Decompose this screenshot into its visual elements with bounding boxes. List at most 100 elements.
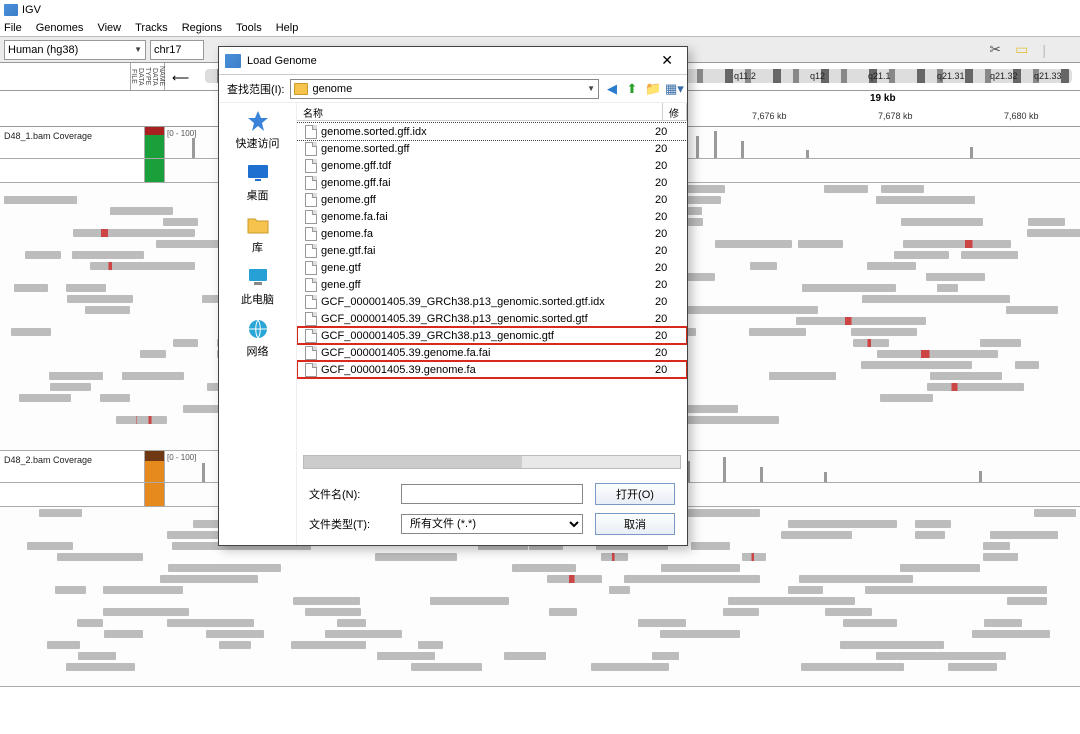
- file-row[interactable]: genome.gff.tdf20: [297, 157, 687, 174]
- track-name: D48_2.bam Coverage: [0, 451, 145, 482]
- chromosome-value: chr17: [154, 44, 182, 56]
- read: [972, 630, 1049, 638]
- file-col2: 20: [655, 279, 679, 291]
- toolbar-right-icons: ✂ ▭ |: [989, 41, 1076, 58]
- track-name: D48_1.bam Coverage: [0, 127, 145, 158]
- place-quickaccess[interactable]: 快速访问: [236, 109, 280, 151]
- read: [927, 383, 988, 391]
- look-in-value: genome: [312, 83, 352, 95]
- read: [206, 630, 264, 638]
- dialog-title-bar: Load Genome ✕: [219, 47, 687, 75]
- read: [326, 630, 402, 638]
- file-name: gene.gff: [321, 279, 651, 291]
- read: [983, 542, 1010, 550]
- note-icon[interactable]: ▭: [1015, 41, 1028, 58]
- file-col2: 20: [655, 126, 679, 138]
- menu-view[interactable]: View: [97, 22, 121, 34]
- genome-select[interactable]: Human (hg38) ▼: [4, 40, 146, 60]
- place-network[interactable]: 网络: [244, 317, 272, 359]
- ideo-band-q2132: q21.32: [990, 71, 1018, 81]
- document-icon: [305, 227, 317, 241]
- menu-help[interactable]: Help: [276, 22, 299, 34]
- file-row[interactable]: GCF_000001405.39.genome.fa.fai20: [297, 344, 687, 361]
- file-name: GCF_000001405.39.genome.fa.fai: [321, 347, 651, 359]
- file-col2: 20: [655, 330, 679, 342]
- read: [880, 394, 933, 402]
- look-in-label: 查找范围(I):: [227, 81, 284, 97]
- filename-input[interactable]: [401, 484, 583, 504]
- close-icon[interactable]: ✕: [653, 50, 681, 71]
- look-in-select[interactable]: genome ▼: [290, 79, 599, 99]
- file-row[interactable]: genome.sorted.gff.idx20: [297, 123, 687, 140]
- chromosome-input[interactable]: chr17: [150, 40, 204, 60]
- filetype-select[interactable]: 所有文件 (*.*): [401, 514, 583, 534]
- read: [853, 339, 889, 347]
- read: [219, 641, 252, 649]
- genome-select-value: Human (hg38): [8, 44, 78, 56]
- read: [1027, 229, 1080, 237]
- file-list[interactable]: genome.sorted.gff.idx20genome.sorted.gff…: [297, 121, 687, 451]
- read: [14, 284, 48, 292]
- file-row[interactable]: GCF_000001405.39_GRCh38.p13_genomic.sort…: [297, 310, 687, 327]
- file-col2: 20: [655, 245, 679, 257]
- file-row[interactable]: GCF_000001405.39.genome.fa20: [297, 361, 687, 378]
- read: [828, 663, 904, 671]
- file-name: genome.fa.fai: [321, 211, 651, 223]
- file-row[interactable]: genome.fa.fai20: [297, 208, 687, 225]
- file-name: GCF_000001405.39_GRCh38.p13_genomic.sort…: [321, 313, 651, 325]
- track-name: [0, 483, 145, 506]
- new-folder-icon[interactable]: 📁: [645, 82, 659, 96]
- menu-genomes[interactable]: Genomes: [36, 22, 84, 34]
- scrollbar-thumb[interactable]: [304, 456, 522, 468]
- file-row[interactable]: genome.sorted.gff20: [297, 140, 687, 157]
- open-button[interactable]: 打开(O): [595, 483, 675, 505]
- read: [47, 641, 80, 649]
- read: [948, 273, 985, 281]
- ideo-band-q112: q11.2: [734, 71, 756, 81]
- file-row[interactable]: gene.gtf.fai20: [297, 242, 687, 259]
- cut-icon[interactable]: ✂: [989, 41, 1001, 58]
- ideo-band-q2131: q21.31: [937, 71, 965, 81]
- cancel-button[interactable]: 取消: [595, 513, 675, 535]
- place-desktop[interactable]: 桌面: [244, 161, 272, 203]
- place-library[interactable]: 库: [244, 213, 272, 255]
- read: [915, 520, 952, 528]
- up-icon[interactable]: ⬆: [625, 82, 639, 96]
- views-icon[interactable]: ▦▾: [665, 82, 679, 96]
- file-row[interactable]: genome.gff.fai 20: [297, 174, 687, 191]
- read: [110, 207, 172, 215]
- read: [39, 509, 82, 517]
- read: [79, 553, 143, 561]
- file-row[interactable]: gene.gff 20: [297, 276, 687, 293]
- back-icon[interactable]: ◀: [605, 82, 619, 96]
- back-arrow-icon[interactable]: ⟵: [172, 71, 189, 85]
- column-2[interactable]: 修: [663, 103, 687, 120]
- file-row[interactable]: genome.fa20: [297, 225, 687, 242]
- read: [861, 361, 940, 369]
- file-row[interactable]: gene.gtf20: [297, 259, 687, 276]
- read: [4, 196, 69, 204]
- file-row[interactable]: genome.gff20: [297, 191, 687, 208]
- menu-regions[interactable]: Regions: [182, 22, 222, 34]
- read: [49, 372, 103, 380]
- read: [103, 586, 183, 594]
- read: [867, 262, 897, 270]
- file-row[interactable]: GCF_000001405.39_GRCh38.p13_genomic.sort…: [297, 293, 687, 310]
- menu-tracks[interactable]: Tracks: [135, 22, 168, 34]
- read: [824, 185, 868, 193]
- folder-icon: [244, 213, 272, 237]
- read: [337, 619, 365, 627]
- menu-file[interactable]: File: [4, 22, 22, 34]
- file-list-scrollbar[interactable]: [303, 455, 681, 469]
- read: [609, 586, 631, 594]
- place-pc[interactable]: 此电脑: [241, 265, 274, 307]
- read: [66, 284, 106, 292]
- menu-tools[interactable]: Tools: [236, 22, 262, 34]
- file-name: genome.gff.fai: [321, 177, 651, 189]
- column-name[interactable]: 名称: [297, 103, 663, 120]
- read: [1007, 597, 1048, 605]
- read: [825, 608, 873, 616]
- document-icon: [305, 125, 317, 139]
- file-row[interactable]: GCF_000001405.39_GRCh38.p13_genomic.gtf2…: [297, 327, 687, 344]
- file-col2: 20: [655, 177, 679, 189]
